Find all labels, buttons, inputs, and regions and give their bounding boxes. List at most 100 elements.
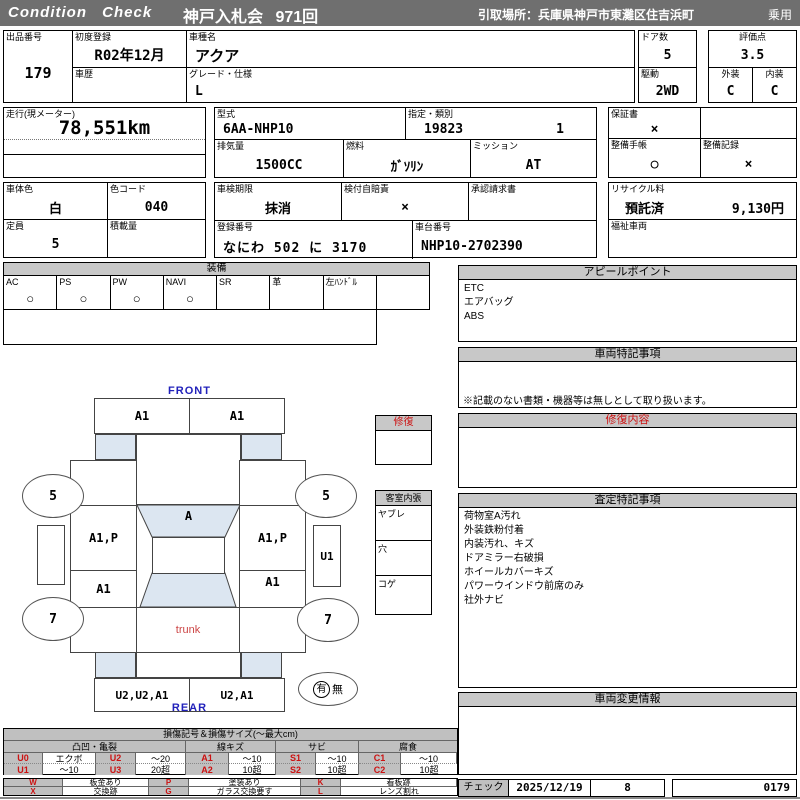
legend-code: U2 [96,753,136,764]
assessment-item: 外装鉄粉付着 [464,525,524,536]
legend-code: A2 [186,764,229,775]
legend-size: 〜10 [401,753,457,764]
auction-condition-sheet: Condition Check 神戸入札会 971回 引取場所：兵庫県神戸市東灘… [0,0,800,800]
equipment-cell-ps: PS ○ [57,276,111,309]
equipment-cell-pw: PW ○ [111,276,164,309]
sill-right-mark: U1 [313,525,341,587]
legend-size: 10超 [229,764,276,775]
headlight-right [241,434,282,460]
appeal-item: ABS [464,311,485,322]
score-cell: 評価点 3.5 [709,31,796,68]
legend-size: 〜20 [136,753,186,764]
transmission-cell: ミッション AT [471,140,596,178]
plate-number-cell: 登録番号 なにわ 502 に 3170 [215,221,413,259]
roof-panel [152,537,225,574]
wheel-rear-right: 7 [297,598,359,642]
appeal-item: ETC [464,283,484,294]
score-table: 評価点 3.5 外装 C 内装 C [708,30,797,103]
wheel-rear-left: 7 [22,597,84,641]
mark-meaning: レンズ割れ [379,787,419,795]
vehicle-change-info-header: 車両変更情報 [459,693,796,707]
check-label: チェック [459,780,509,796]
warranty-cell: 保証書 × [609,108,701,139]
mark-code: X [4,787,63,795]
cabin-lining-row-hole: 穴 [376,541,431,576]
legend-size: 〜10 [229,753,276,764]
front-bumper-left-mark: A1 [95,399,190,433]
exterior-grade-cell: 外装 C [709,68,753,102]
cabin-lining-row-tear: ヤブレ [376,506,431,541]
maintenance-record-mark: × [744,156,753,172]
interior-grade-cell: 内装 C [753,68,796,102]
marks-legend-table: W 板金あり P 塗装あり K 看板跡 X 交換跡 G ガラス交換要す L レン… [3,778,458,796]
rear-door-right: A1 [239,570,306,608]
mark-code: L [301,787,341,795]
mark-meaning: ガラス交換要す [189,787,301,795]
legend-code: C1 [359,753,401,764]
warranty-mark: × [650,121,659,137]
appeal-points-header: アピールポイント [459,266,796,280]
load [108,232,205,257]
legend-size: 20超 [136,764,186,775]
condition-check-logo: Condition Check [8,4,153,21]
displacement-cell: 排気量 1500CC [215,140,344,178]
front-bumper-right-mark: A1 [229,409,245,423]
capacity-cell: 定員 5 [4,220,108,257]
empty-doc-cell [701,108,796,139]
mileage: 78,551km [58,116,151,139]
history-cell: 車歴 [73,68,187,102]
vehicle-id-table: 出品番号 179 初度登録 R02年12月 車種名 アクア 車歴 グレード・仕様… [3,30,635,103]
auction-title: 神戸入札会 971回 [183,9,319,26]
mark-code: P [149,779,189,787]
inspection-status: 抹消 [264,202,291,217]
drive-cell: 駆動 2WD [639,68,696,102]
model-name: アクア [195,46,240,65]
front-label: FRONT [168,385,211,397]
vin: NHP10-2702390 [421,238,523,254]
mark-code: W [4,779,63,787]
vehicle-notes-box: 車両特記事項 ※記載のない書類・機器等は無しとして取り扱います。 [458,347,797,408]
spec-table: 型式 6AA-NHP10 指定・類別 19823 1 排気量 1500CC 燃料… [214,107,597,178]
taillight-right [241,652,282,678]
legend-code: C2 [359,764,401,775]
insurance-cell: 検付自賠責 × [342,183,469,220]
class-sub-number: 1 [556,122,564,137]
body-color-cell: 車体色 白 [4,183,108,220]
welfare [609,232,796,257]
capacity: 5 [51,237,60,252]
front-door-left: A1,P [70,505,137,571]
repair-contents-box: 修復内容 [458,413,797,488]
legend-size: 10超 [419,765,439,775]
vehicle-notes-header: 車両特記事項 [459,348,796,362]
legend-code: S2 [276,764,316,775]
sheet-code: 0179 [672,779,797,797]
legend-title: 損傷記号＆損傷サイズ(〜最大cm) [4,729,457,741]
plate-number: なにわ 502 に 3170 [223,240,368,256]
recycle-fee-cell: リサイクル料 預託済 9,130円 [609,183,796,220]
registration-table: 車検期限 抹消 検付自賠責 × 承認請求書 登録番号 なにわ 502 に 317… [214,182,597,259]
appeal-points-box: アピールポイント ETC エアバッグ ABS [458,265,797,342]
sill-left [37,525,65,585]
legend-size: 〜10 [316,753,359,764]
equipment-cell-ac: AC ○ [4,276,58,309]
cabin-lining-row-burn: コゲ [378,579,397,589]
approval [469,195,596,220]
grade: L [195,83,203,99]
title-bar: Condition Check 神戸入札会 971回 引取場所：兵庫県神戸市東灘… [0,0,800,26]
doors-drive-table: ドア数 5 駆動 2WD [638,30,697,103]
assessment-item: パワーウインドウ前席のみ [464,581,584,592]
welfare-cell: 福祉車両 [609,220,796,257]
vin-cell: 車台番号 NHP10-2702390 [413,221,596,259]
color-capacity-table: 車体色 白 色コード 040 定員 5 積載量 [3,182,206,258]
windshield-mark: A [184,509,193,523]
recycle-status: 預託済 [625,201,665,217]
legend-code: U0 [4,753,43,764]
taillight-left [95,652,136,678]
assessment-item: ドアミラー右破損 [464,553,544,564]
legend-size: エクボ [43,753,96,764]
check-date: 2025/12/19 [509,780,591,796]
legend-code: U1 [4,764,43,775]
vehicle-change-info-body [459,707,796,711]
equipment-cell-lhd: 左ﾊﾝﾄﾞﾙ [324,276,377,309]
first-registration: R02年12月 [94,48,165,64]
